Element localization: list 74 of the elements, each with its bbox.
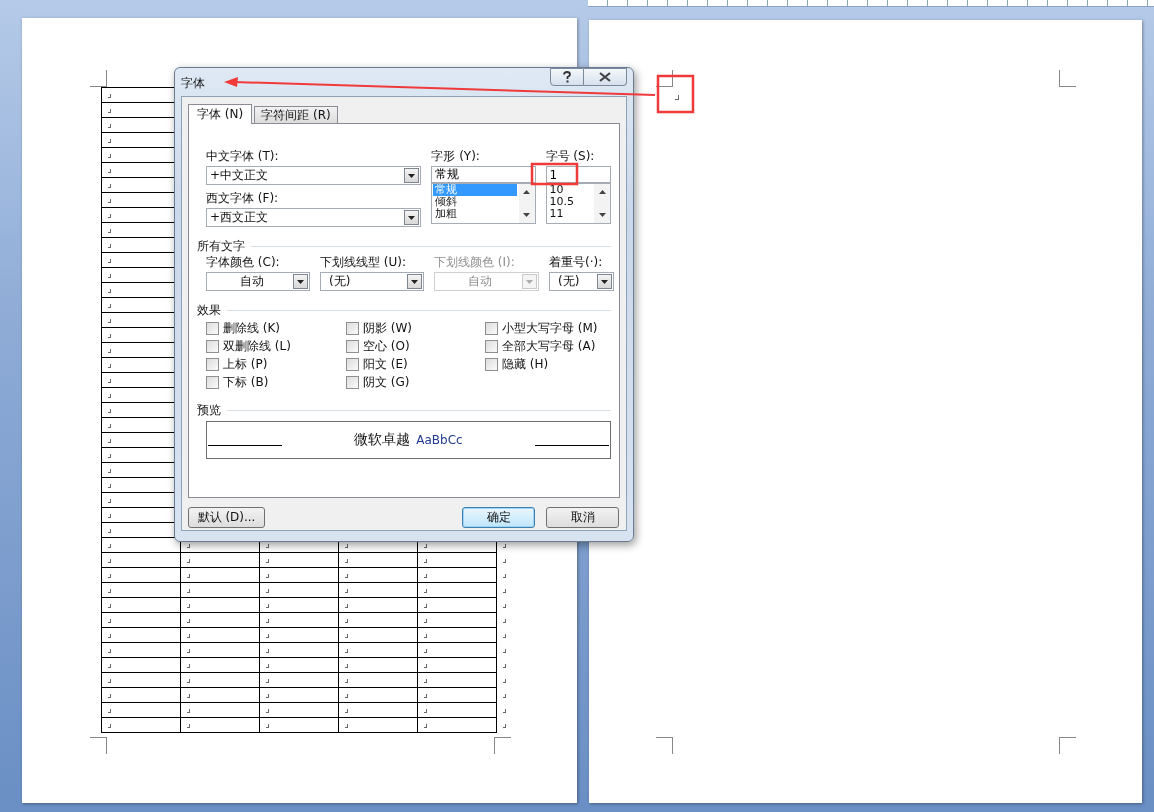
text-field[interactable]: 常规 <box>431 166 536 183</box>
checkbox-label: 上标 (P) <box>223 355 268 373</box>
checkbox-label: 隐藏 (H) <box>502 355 549 373</box>
close-icon <box>599 72 611 82</box>
list-item[interactable]: 11 <box>547 208 594 220</box>
dropdown: 自动 <box>434 272 539 291</box>
scroll-down-icon[interactable] <box>523 213 530 217</box>
dropdown[interactable]: 自动 <box>206 272 310 291</box>
checkbox[interactable] <box>485 339 498 353</box>
paragraph-mark <box>675 95 679 100</box>
section-heading: 预览 <box>197 403 221 417</box>
list-item[interactable]: 加粗 <box>433 208 519 220</box>
scroll-down-icon[interactable] <box>598 213 606 217</box>
checkbox-label: 阴影 (W) <box>363 319 413 337</box>
checkbox-label: 下标 (B) <box>223 373 269 391</box>
highlight-box <box>656 74 695 114</box>
dropdown[interactable]: +中文正文 <box>206 166 422 185</box>
scroll-up-icon[interactable] <box>523 190 530 194</box>
dialog-button[interactable]: 默认 (D)... <box>188 507 265 528</box>
field-label: 字号 (S): <box>545 150 596 163</box>
checkbox-label: 阴文 (G) <box>363 373 410 391</box>
help-icon <box>562 71 572 83</box>
crop-mark <box>1059 737 1076 754</box>
dropdown[interactable]: +西文正文 <box>206 208 422 227</box>
checkbox[interactable] <box>346 339 359 353</box>
scrollbar[interactable] <box>594 184 610 223</box>
scrollbar[interactable] <box>518 184 535 223</box>
section-heading: 效果 <box>197 303 221 317</box>
preview-text: AaBbCc <box>416 433 463 447</box>
crop-mark <box>90 70 107 87</box>
checkbox-label: 双删除线 (L) <box>223 337 291 355</box>
tab[interactable]: 字符间距 (R) <box>254 106 338 123</box>
checkbox[interactable] <box>206 357 219 371</box>
field-label: 字形 (Y): <box>431 150 481 163</box>
preview-text: 微软卓越 <box>354 431 411 449</box>
crop-mark <box>90 737 107 754</box>
dropdown[interactable]: (无) <box>549 272 614 291</box>
checkbox-label: 全部大写字母 (A) <box>502 337 596 355</box>
checkbox[interactable] <box>485 321 498 335</box>
checkbox[interactable] <box>346 321 359 335</box>
section-heading: 所有文字 <box>197 239 245 253</box>
field-label: 下划线颜色 (I): <box>434 256 516 269</box>
field-label: 下划线线型 (U): <box>320 256 407 269</box>
field-label: 着重号(·): <box>549 256 604 269</box>
dropdown[interactable]: (无) <box>320 272 424 291</box>
dialog-button[interactable]: 取消 <box>546 507 619 528</box>
checkbox[interactable] <box>346 375 359 389</box>
text-field[interactable]: 1 <box>545 166 611 183</box>
checkbox[interactable] <box>206 321 219 335</box>
close-button[interactable] <box>584 68 627 86</box>
field-label: 西文字体 (F): <box>206 192 280 205</box>
checkbox-label: 阳文 (E) <box>363 355 408 373</box>
tab[interactable]: 字体 (N) <box>188 104 253 124</box>
checkbox[interactable] <box>206 375 219 389</box>
checkbox-label: 删除线 (K) <box>223 319 281 337</box>
checkbox[interactable] <box>485 357 498 371</box>
dialog-button[interactable]: 确定 <box>462 507 535 528</box>
crop-mark <box>1059 70 1076 87</box>
list-item[interactable]: 倾斜 <box>433 196 519 208</box>
checkbox[interactable] <box>206 339 219 353</box>
highlight-box <box>530 162 579 186</box>
checkbox[interactable] <box>346 357 359 371</box>
scroll-up-icon[interactable] <box>598 190 606 194</box>
list-item[interactable]: 10 <box>547 184 594 196</box>
crop-mark <box>656 70 673 87</box>
checkbox-label: 小型大写字母 (M) <box>502 319 598 337</box>
field-label: 字体颜色 (C): <box>206 256 281 269</box>
field-label: 中文字体 (T): <box>206 150 280 163</box>
crop-mark <box>656 737 673 754</box>
list-item[interactable]: 10.5 <box>547 196 594 208</box>
dialog-title: 字体 <box>181 75 205 92</box>
help-button[interactable] <box>550 68 584 86</box>
crop-mark <box>494 737 511 754</box>
checkbox-label: 空心 (O) <box>363 337 410 355</box>
